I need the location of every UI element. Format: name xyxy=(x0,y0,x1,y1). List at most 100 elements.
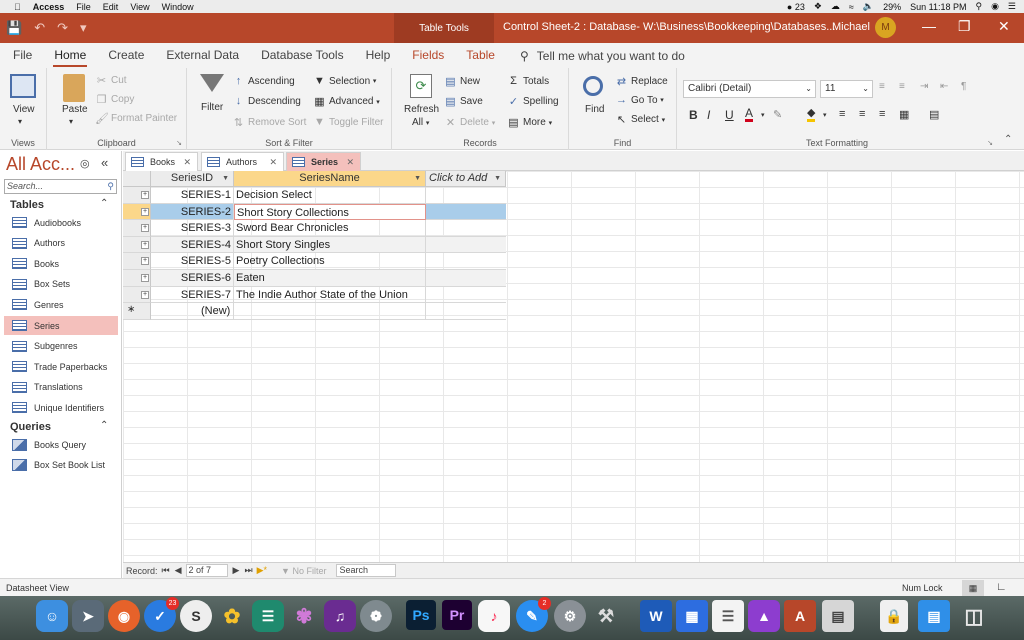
finder-icon[interactable]: ☺ xyxy=(36,600,68,632)
paste-button[interactable]: Paste xyxy=(62,104,88,115)
volume-icon[interactable]: 🔈 xyxy=(863,1,874,12)
find-magnifier-icon[interactable] xyxy=(583,76,603,96)
collapse-ribbon-icon[interactable]: ⌃ xyxy=(1004,134,1012,145)
design-view-icon[interactable]: ∟ xyxy=(996,581,1007,593)
nav-table-authors[interactable]: Authors xyxy=(4,234,118,253)
apple-icon[interactable]:  xyxy=(14,2,21,12)
cell-click-to-add[interactable] xyxy=(426,287,506,304)
new-record-row[interactable]: ∗ (New) xyxy=(123,303,506,320)
nav-section-tables[interactable]: Tables xyxy=(10,199,44,211)
tab-home[interactable]: Home xyxy=(43,43,97,68)
record-selector[interactable]: + xyxy=(123,270,151,287)
cell-click-to-add[interactable] xyxy=(426,187,506,204)
firefox-icon[interactable]: ◉ xyxy=(108,600,140,632)
shutter-bar-close-icon[interactable]: « xyxy=(101,155,108,170)
bold-icon[interactable]: B xyxy=(689,108,698,122)
nav-table-box-sets[interactable]: Box Sets xyxy=(4,275,118,294)
nav-menu-dropdown-icon[interactable]: ◎ xyxy=(80,157,90,170)
word-icon[interactable]: W xyxy=(640,600,672,632)
column-header-seriesid[interactable]: SeriesID ▼ xyxy=(151,171,234,187)
nav-query-books-query[interactable]: Books Query xyxy=(4,435,118,454)
launchpad-icon[interactable]: ➤ xyxy=(72,600,104,632)
table-row[interactable]: + SERIES-4 Short Story Singles xyxy=(123,236,506,254)
reel-app-icon[interactable]: ❁ xyxy=(360,600,392,632)
view-icon[interactable] xyxy=(10,74,36,98)
collapse-queries-icon[interactable]: ⌃ xyxy=(100,420,108,431)
font-size-combo[interactable]: 11 ⌄ xyxy=(820,80,873,98)
view-dropdown-icon[interactable]: ▾ xyxy=(18,117,22,126)
bullets-icon[interactable]: ≡ xyxy=(879,81,885,92)
table-row[interactable]: + SERIES-6 Eaten xyxy=(123,270,506,287)
music-icon[interactable]: ♪ xyxy=(478,600,510,632)
next-record-icon[interactable]: ▶ xyxy=(233,565,240,576)
expand-subdatasheet-icon[interactable]: + xyxy=(141,274,149,282)
font-color-dropdown-icon[interactable]: ▾ xyxy=(761,111,765,119)
cell-new-click-to-add[interactable] xyxy=(426,303,506,320)
expand-subdatasheet-icon[interactable]: + xyxy=(141,224,149,233)
expand-subdatasheet-icon[interactable]: + xyxy=(141,191,149,199)
cell-seriesname[interactable]: Sword Bear Chronicles xyxy=(234,220,426,237)
remove-sort-button[interactable]: ⇅ Remove Sort xyxy=(232,116,306,129)
first-record-icon[interactable]: ⏮ xyxy=(162,565,170,576)
align-right-icon[interactable]: ≡ xyxy=(879,108,885,120)
menu-file[interactable]: File xyxy=(76,2,91,12)
cell-seriesid[interactable]: SERIES-2 xyxy=(151,203,234,221)
cell-seriesname[interactable]: Poetry Collections xyxy=(234,253,426,270)
new-record-selector[interactable]: ∗ xyxy=(123,303,151,320)
battery-percent[interactable]: 29% xyxy=(883,2,901,12)
record-selector[interactable]: + xyxy=(123,236,151,254)
expand-subdatasheet-icon[interactable]: + xyxy=(141,207,149,216)
tab-fields[interactable]: Fields xyxy=(401,43,455,68)
paste-icon[interactable] xyxy=(63,74,85,102)
tab-help[interactable]: Help xyxy=(355,43,402,68)
cell-seriesid[interactable]: SERIES-3 xyxy=(151,220,234,237)
cell-seriesid[interactable]: SERIES-6 xyxy=(151,270,234,287)
record-selector[interactable]: + xyxy=(123,286,151,304)
doc-tab-series[interactable]: Series ✕ xyxy=(286,152,361,171)
downloads-folder-icon[interactable]: ▤ xyxy=(918,600,950,632)
italic-icon[interactable]: I xyxy=(707,108,710,122)
refresh-all-button[interactable]: Refresh xyxy=(404,104,439,115)
underline-icon[interactable]: U xyxy=(725,108,734,122)
more-button[interactable]: ▤ More ▾ xyxy=(507,116,552,129)
menu-view[interactable]: View xyxy=(130,2,149,12)
affinity-icon[interactable]: ▲ xyxy=(748,600,780,632)
table-row[interactable]: + SERIES-1 Decision Select xyxy=(123,187,506,204)
paragraph-direction-icon[interactable]: ¶ xyxy=(961,81,966,92)
access-icon[interactable]: A xyxy=(784,600,816,632)
tab-external-data[interactable]: External Data xyxy=(155,43,250,68)
new-record-button[interactable]: ▤ New xyxy=(444,75,480,88)
clock[interactable]: Sun 11:18 PM xyxy=(910,2,966,12)
messages-icon[interactable]: ✎ 2 xyxy=(516,597,551,632)
expand-subdatasheet-icon[interactable]: + xyxy=(141,240,149,249)
search-icon[interactable]: ⚲ xyxy=(107,180,114,193)
column-header-seriesname[interactable]: SeriesName ▼ xyxy=(234,171,426,187)
increase-indent-icon[interactable]: ⇥ xyxy=(920,81,928,92)
control-center-icon[interactable]: ☰ xyxy=(1008,1,1016,12)
tab-table[interactable]: Table xyxy=(455,43,506,68)
cell-click-to-add[interactable] xyxy=(426,220,506,237)
alternate-row-color-icon[interactable]: ▤ xyxy=(929,108,939,121)
photoshop-icon[interactable]: Ps xyxy=(406,600,436,630)
nav-table-series[interactable]: Series xyxy=(4,316,118,335)
nav-table-translations[interactable]: Translations xyxy=(4,378,118,397)
nav-search-input[interactable]: Search... ⚲ xyxy=(4,179,117,194)
cell-click-to-add[interactable] xyxy=(426,253,506,270)
nav-table-trade-paperbacks[interactable]: Trade Paperbacks xyxy=(4,357,118,376)
collapse-section-icon[interactable]: ⌃ xyxy=(100,198,108,209)
ascending-button[interactable]: ↑ Ascending xyxy=(232,75,295,87)
datasheet-view-icon[interactable]: ▦ xyxy=(962,580,984,596)
align-left-icon[interactable]: ≡ xyxy=(839,108,845,120)
totals-button[interactable]: Σ Totals xyxy=(507,75,549,87)
doc-tab-books[interactable]: Books ✕ xyxy=(125,152,198,171)
cut-button[interactable]: ✂ Cut xyxy=(95,74,127,87)
nav-table-genres[interactable]: Genres xyxy=(4,295,118,314)
highlight-icon[interactable]: ✎ xyxy=(773,108,782,121)
menu-edit[interactable]: Edit xyxy=(103,2,119,12)
dialog-launcher-icon[interactable]: ↘ xyxy=(176,139,182,147)
text-format-launcher-icon[interactable]: ↘ xyxy=(987,139,993,147)
table-row[interactable]: + SERIES-7 The Indie Author State of the U… xyxy=(123,286,506,304)
nav-section-queries[interactable]: Queries xyxy=(10,421,51,433)
nav-table-audiobooks[interactable]: Audiobooks xyxy=(4,213,118,232)
cell-seriesname[interactable]: Short Story Singles xyxy=(234,236,426,254)
